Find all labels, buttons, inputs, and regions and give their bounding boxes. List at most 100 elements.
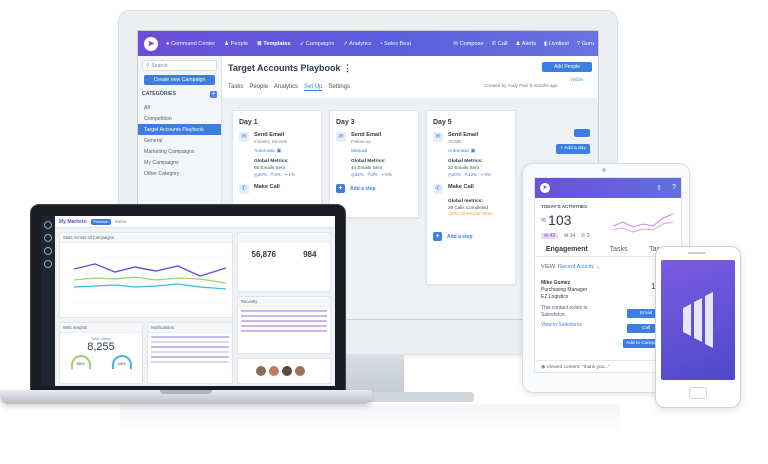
view-in-salesforce-link[interactable]: View in Salesforce [541,322,611,329]
mode-link[interactable]: Manual [351,149,412,154]
step-subject: ACME [448,139,462,144]
gauges: 56% 44% [60,355,142,369]
call-button[interactable]: ✆ Call [492,41,508,47]
product-showcase: ➤ ● Command Center ♟ People ≣ Templates … [0,0,768,464]
list-item[interactable] [151,351,229,353]
avatar[interactable] [282,366,292,376]
chart-icon[interactable] [44,247,52,255]
badge-value: ✆ 2 [581,233,590,239]
category-item[interactable]: Other Category [138,168,221,179]
stat-value: 4% [274,172,281,177]
contact-card[interactable]: Mike Gomez Purchasing Manager EZ Logisti… [541,280,611,329]
compose-label: Compose [459,40,484,47]
category-item[interactable]: Marketing Campaigns [138,146,221,157]
email-step[interactable]: ✉ Send Email Follow-up [330,132,418,144]
stat-opened: ◎34% [351,172,364,177]
view-label: VIEW: [541,264,557,270]
help-icon[interactable]: ? [672,184,676,192]
clock-icon[interactable] [44,234,52,242]
add-people-button[interactable]: Add People [542,62,592,72]
day-card: Day 5 ✉ Send Email ACME Automatic ▣ Globa… [426,110,516,285]
add-step-button[interactable]: + Add a step [336,184,412,193]
add-day-button[interactable]: + Add a day [556,144,590,154]
contact-note: This contact exists in Salesforce. [541,305,588,318]
laptop-app-sidebar [41,216,55,386]
nav-campaigns[interactable]: ➹ Campaigns [300,41,335,47]
phone-home-button[interactable] [689,387,707,399]
activities-title: TODAY'S ACTIVITIES [541,204,588,209]
alerts-button[interactable]: ♟ Alerts [515,41,536,47]
mode-link[interactable]: Automatic ▣ [254,149,315,154]
nav-command-center[interactable]: ● Command Center [166,41,215,47]
guru-label: Guru [581,40,594,47]
list-item[interactable] [241,320,327,322]
email-step[interactable]: ✉ Send Email ACME [427,132,515,144]
tab-settings[interactable]: Settings [328,84,350,91]
chart-title: Stats Across all Campaigns [60,233,232,243]
tab-people[interactable]: People [249,84,268,91]
chevron-down-icon: ⌄ [595,264,601,270]
badge-icon: ✉ 43 [541,233,559,239]
category-item[interactable]: My Campaigns [138,157,221,168]
add-category-icon[interactable]: + [210,91,217,98]
settings-icon[interactable] [44,260,52,268]
create-campaign-button[interactable]: Create new Campaign [144,75,215,85]
tab-engagement[interactable]: Engagement [546,246,588,253]
marketo-logo-icon[interactable]: ➤ [540,183,550,193]
pin-icon[interactable]: ⇧ [656,184,662,192]
category-item[interactable]: General [138,135,221,146]
list-item[interactable] [241,325,327,327]
view-toggle-icon[interactable] [574,129,590,137]
nav-sales-beat[interactable]: • Sales Beat [380,41,411,47]
list-item[interactable] [241,315,327,317]
marketo-logo-icon[interactable]: ➤ [144,36,158,51]
workspace-tab[interactable]: Sales [115,219,127,224]
nav-analytics[interactable]: ↗ Analytics [343,41,371,47]
nav-people[interactable]: ♟ People [224,41,248,47]
list-item[interactable] [151,346,229,348]
compose-button[interactable]: ✉ Compose [453,41,483,47]
stat-value: 3% [385,172,392,177]
mode-link[interactable]: Automatic ▣ [448,149,509,154]
home-icon[interactable] [44,221,52,229]
search-input[interactable]: ⚲ Search [142,60,217,71]
category-item[interactable]: All [138,102,221,113]
nav-label: Command Center [170,40,216,47]
badge-count: 2 [586,233,590,239]
category-item-active[interactable]: Target Accounts Playbook [138,124,221,135]
stat-replied: ↩1% [284,172,295,177]
list-item[interactable] [241,310,327,312]
tab-setup[interactable]: Set Up [304,84,323,91]
nav-templates[interactable]: ≣ Templates [257,41,291,47]
avatar[interactable] [256,366,266,376]
metric-line: 65 Emails Sent [254,165,285,170]
series-line-purple [73,263,227,277]
call-step[interactable]: ✆ Make Call [427,184,515,194]
call-step[interactable]: ✆ Make Call [233,184,321,194]
gauge-left: 56% [70,355,91,369]
laptop-app-header: My Marketo Personal Sales [55,216,335,228]
list-item[interactable] [151,341,229,343]
tab-tasks[interactable]: Tasks [228,84,243,91]
avatar[interactable] [295,366,305,376]
category-item[interactable]: Competition [138,113,221,124]
guru-button[interactable]: ? Guru [577,41,594,47]
nav-label: Templates [263,40,291,47]
tab-tasks[interactable]: Tasks [610,246,628,253]
view-filter[interactable]: VIEW: Recent Activity ⌄ [541,264,600,270]
contact-title: Purchasing Manager [541,287,588,293]
list-item[interactable] [151,361,229,363]
alerts-label: Alerts [521,40,537,47]
gauge-right: 44% [111,355,132,369]
add-step-button[interactable]: + Add a step [433,232,509,241]
call-label: Call [497,40,508,47]
notifications-panel: Notifications [147,322,233,384]
liveliest-button[interactable]: ▮ Liveliest [544,41,569,47]
list-item[interactable] [151,356,229,358]
tab-analytics[interactable]: Analytics [274,84,298,91]
list-item[interactable] [151,336,229,338]
more-icon[interactable]: ⋮ [343,63,352,73]
avatar[interactable] [269,366,279,376]
email-step[interactable]: ✉ Send Email Industry Secrets [233,132,321,144]
list-item[interactable] [241,330,327,332]
